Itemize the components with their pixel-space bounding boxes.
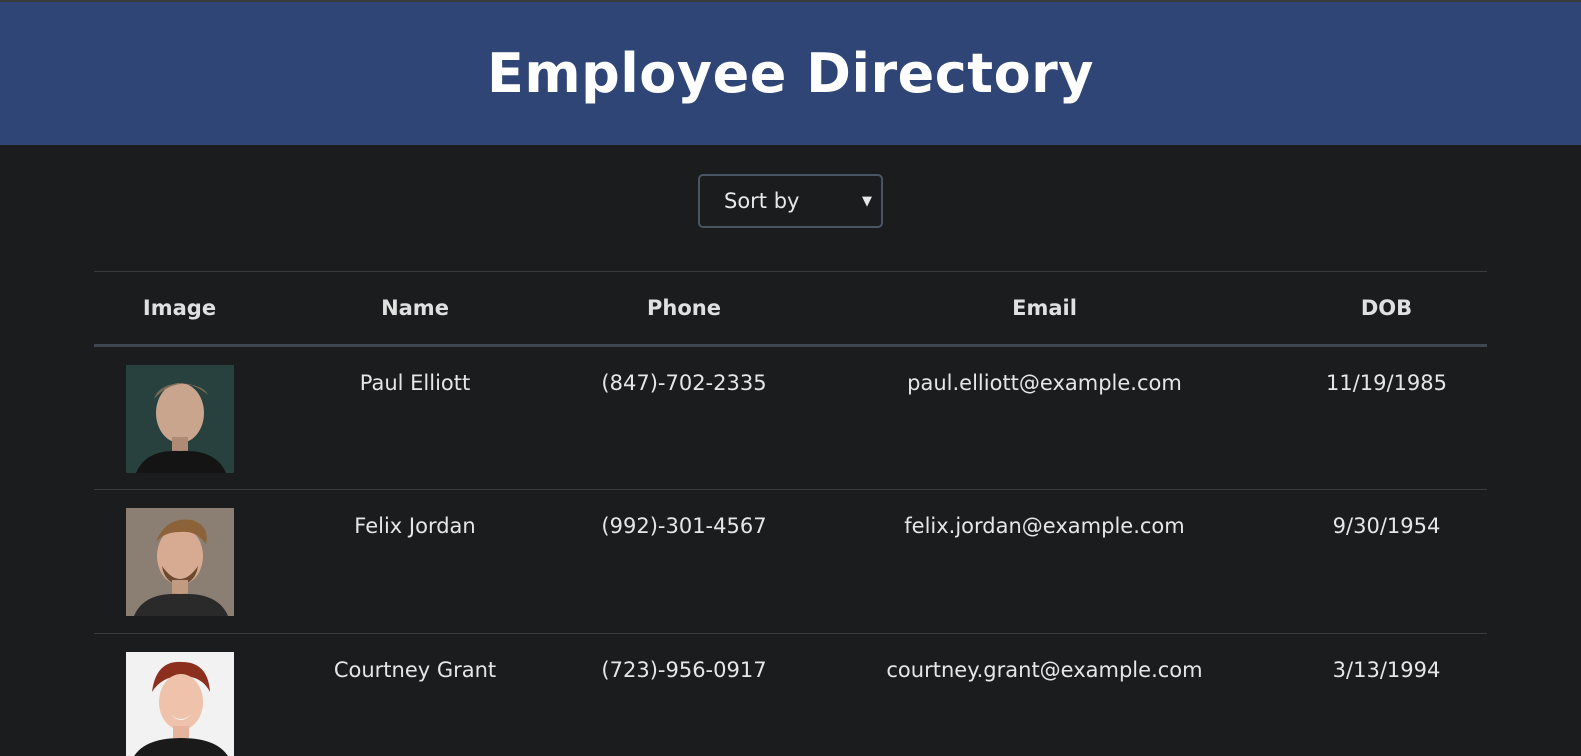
name-cell: Felix Jordan <box>265 489 565 634</box>
person-photo-icon <box>125 508 234 616</box>
employee-table: Image Name Phone Email DOB Paul Elliott … <box>94 271 1487 756</box>
sort-by-label: Sort by <box>724 189 800 213</box>
phone-cell: (723)-956-0917 <box>565 633 803 756</box>
column-header-email[interactable]: Email <box>803 271 1286 347</box>
page-header: Employee Directory <box>0 2 1581 145</box>
column-header-dob[interactable]: DOB <box>1286 271 1487 347</box>
phone-cell: (992)-301-4567 <box>565 489 803 634</box>
controls-bar: Sort by ▼ <box>0 145 1581 271</box>
table-row: Felix Jordan (992)-301-4567 felix.jordan… <box>94 489 1487 634</box>
employee-table-container: Image Name Phone Email DOB Paul Elliott … <box>94 271 1487 756</box>
name-cell: Courtney Grant <box>265 633 565 756</box>
chevron-down-icon: ▼ <box>862 194 872 209</box>
table-row: Paul Elliott (847)-702-2335 paul.elliott… <box>94 345 1487 490</box>
table-row: Courtney Grant (723)-956-0917 courtney.g… <box>94 633 1487 756</box>
column-header-name[interactable]: Name <box>265 271 565 347</box>
sort-by-select[interactable]: Sort by ▼ <box>698 174 883 228</box>
dob-cell: 3/13/1994 <box>1286 633 1487 756</box>
person-photo-icon <box>125 652 234 756</box>
table-header-row: Image Name Phone Email DOB <box>94 271 1487 347</box>
page-title: Employee Directory <box>486 42 1094 105</box>
phone-cell: (847)-702-2335 <box>565 345 803 490</box>
dob-cell: 9/30/1954 <box>1286 489 1487 634</box>
dob-cell: 11/19/1985 <box>1286 345 1487 490</box>
person-photo-icon <box>125 365 234 473</box>
column-header-image[interactable]: Image <box>94 271 265 347</box>
name-cell: Paul Elliott <box>265 345 565 490</box>
image-cell <box>94 489 265 634</box>
image-cell <box>94 345 265 490</box>
column-header-phone[interactable]: Phone <box>565 271 803 347</box>
email-cell: paul.elliott@example.com <box>803 345 1286 490</box>
email-cell: courtney.grant@example.com <box>803 633 1286 756</box>
email-cell: felix.jordan@example.com <box>803 489 1286 634</box>
image-cell <box>94 633 265 756</box>
